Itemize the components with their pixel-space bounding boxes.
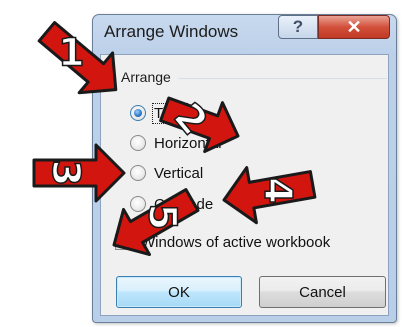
callout-number-4: 4 xyxy=(256,177,300,203)
callout-number-5: 5 xyxy=(140,204,184,230)
callout-number-1: 1 xyxy=(58,30,84,74)
callout-arrow-5: 5 xyxy=(112,188,200,257)
callout-arrow-4: 4 xyxy=(222,166,317,225)
callout-arrows: 1 2 3 4 5 xyxy=(32,21,317,257)
callout-arrow-3: 3 xyxy=(32,143,126,203)
callout-arrow-2: 2 xyxy=(159,94,240,154)
callout-arrow-1: 1 xyxy=(37,21,118,95)
callout-number-3: 3 xyxy=(44,160,88,186)
